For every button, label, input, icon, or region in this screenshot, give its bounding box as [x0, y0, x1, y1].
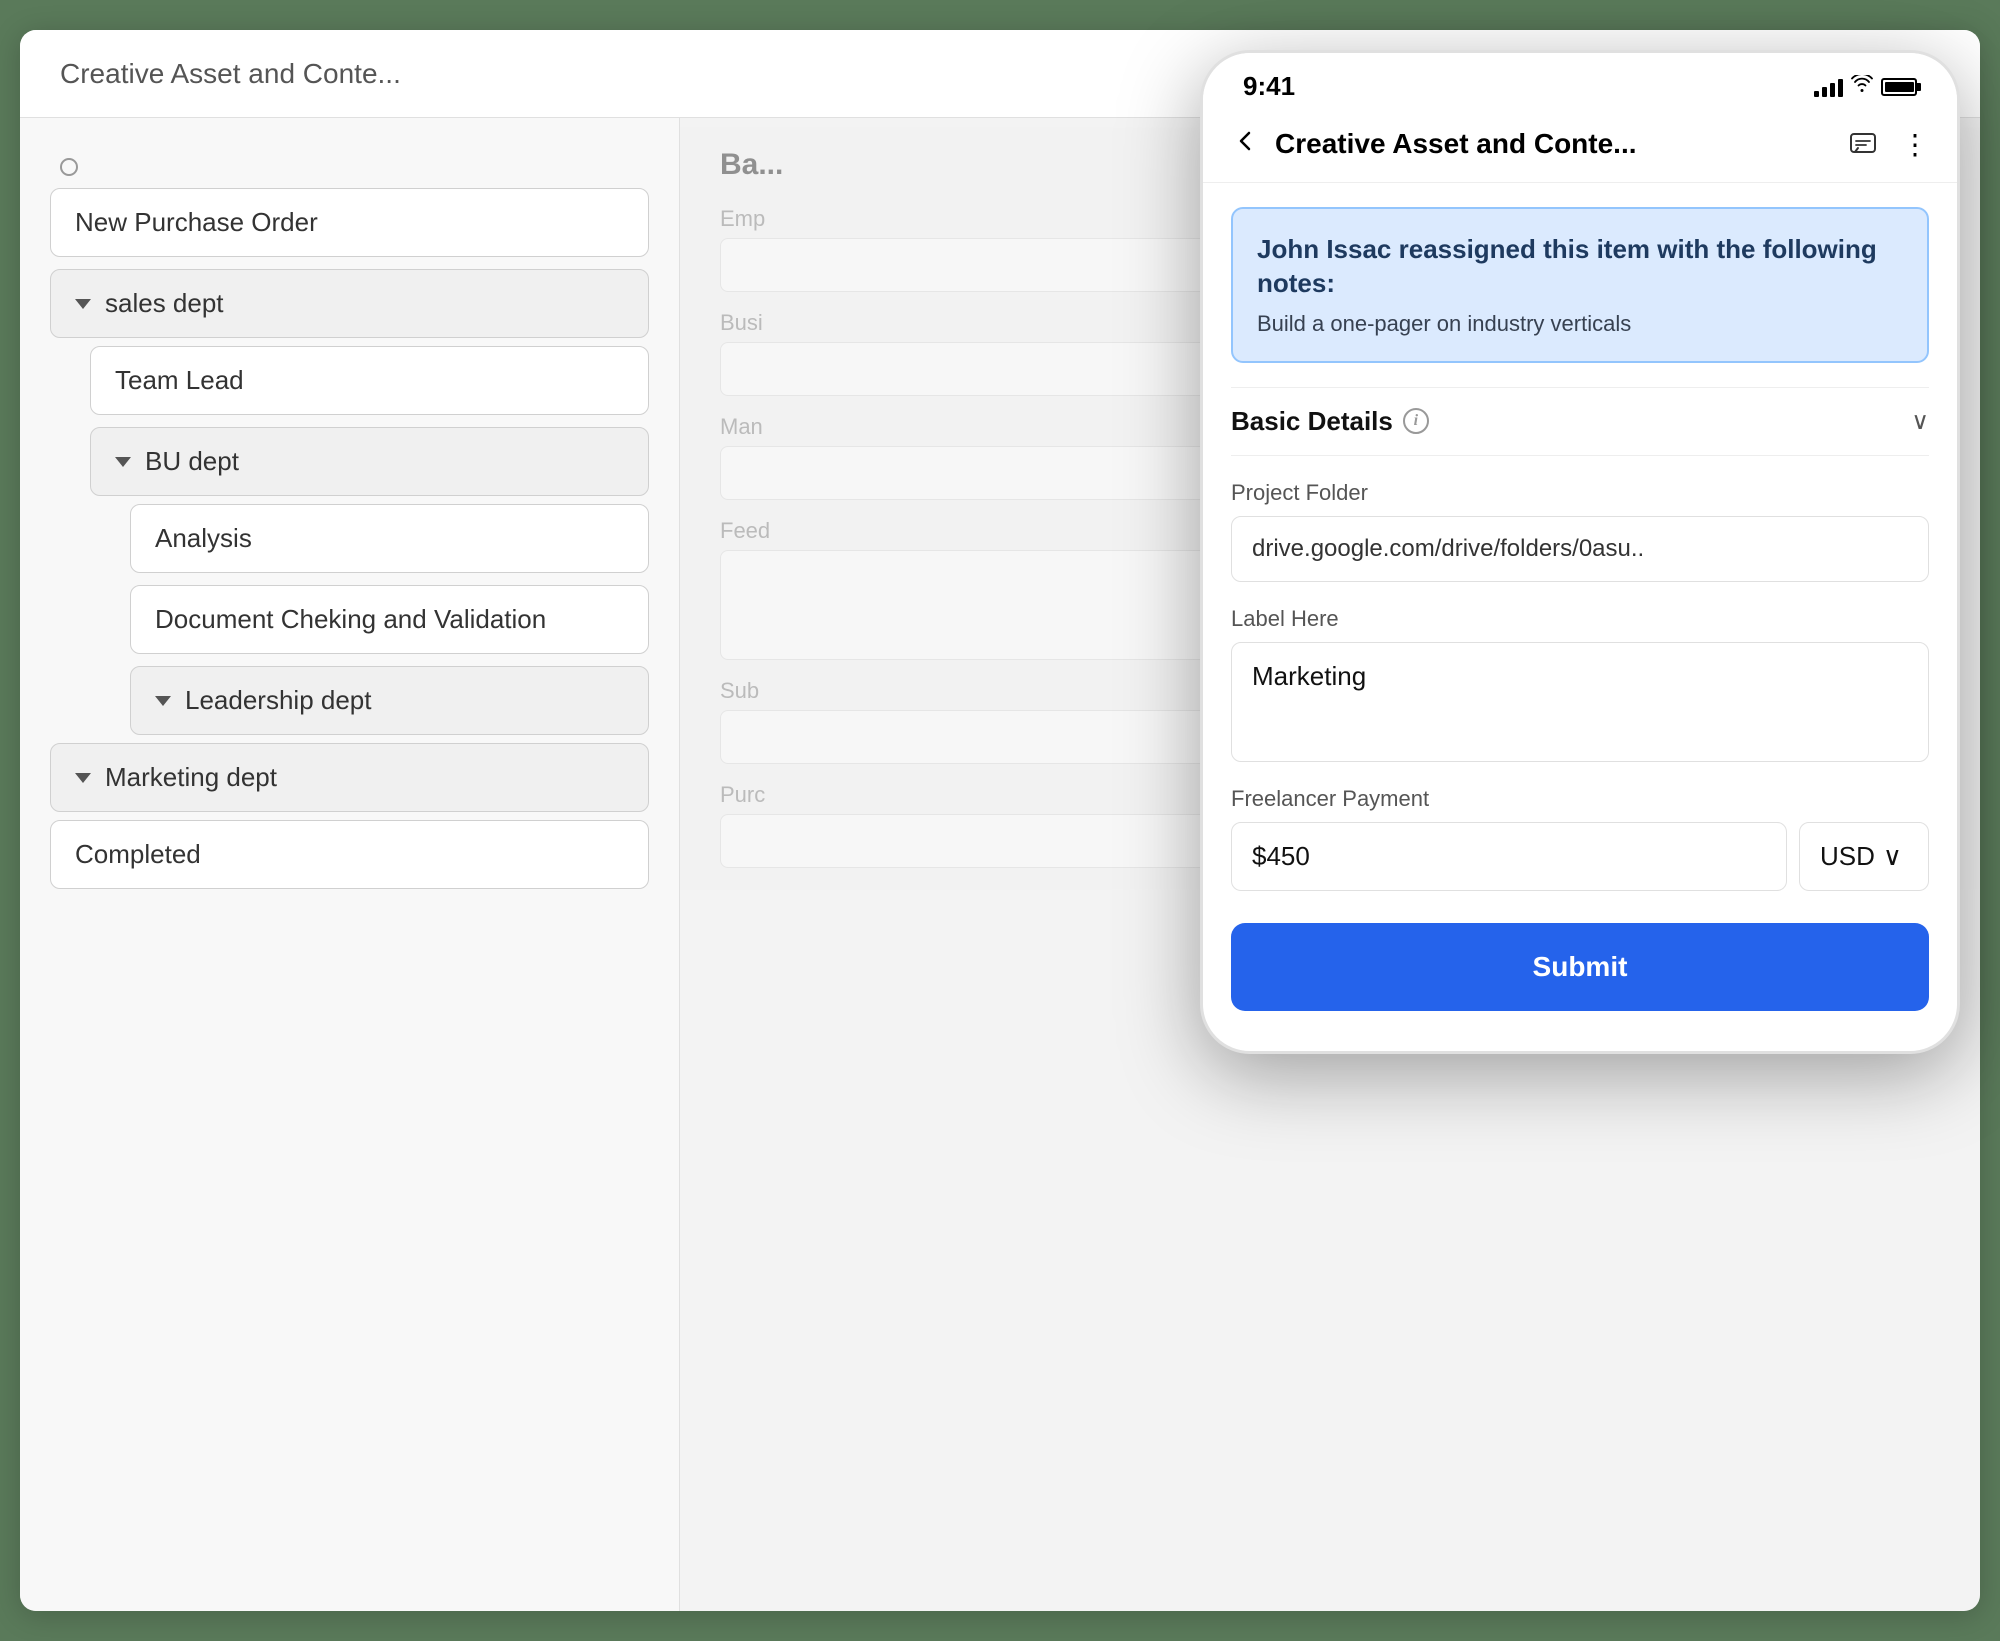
- node-doc-checking[interactable]: Document Cheking and Validation: [130, 585, 649, 654]
- payment-amount-input[interactable]: $450: [1231, 822, 1787, 891]
- project-folder-label: Project Folder: [1231, 480, 1929, 506]
- reassignment-note: Build a one-pager on industry verticals: [1257, 311, 1903, 337]
- collapse-icon[interactable]: ∨: [1911, 407, 1929, 436]
- submit-button[interactable]: Submit: [1231, 923, 1929, 1011]
- back-button[interactable]: [1231, 127, 1259, 162]
- currency-label: USD: [1820, 841, 1875, 872]
- status-time: 9:41: [1243, 71, 1295, 102]
- status-icons: [1814, 75, 1917, 99]
- label-here-label: Label Here: [1231, 606, 1929, 632]
- phone-header: Creative Asset and Conte... ⋮: [1203, 110, 1957, 183]
- marketing-dept-label: Marketing dept: [105, 762, 277, 793]
- node-completed[interactable]: Completed: [50, 820, 649, 889]
- info-icon: i: [1403, 408, 1429, 434]
- bu-dept-header[interactable]: BU dept: [90, 427, 649, 496]
- project-folder-group: Project Folder drive.google.com/drive/fo…: [1231, 480, 1929, 582]
- node-analysis[interactable]: Analysis: [130, 504, 649, 573]
- section-title: Basic Details i: [1231, 406, 1429, 437]
- chevron-down-icon-3: [155, 696, 171, 706]
- node-team-lead[interactable]: Team Lead: [90, 346, 649, 415]
- node-new-purchase-order[interactable]: New Purchase Order: [50, 188, 649, 257]
- workflow-tree: New Purchase Order sales dept Team Lead …: [20, 118, 680, 1611]
- wifi-icon: [1851, 75, 1873, 99]
- sales-dept-header[interactable]: sales dept: [50, 269, 649, 338]
- reassignment-notice: John Issac reassigned this item with the…: [1231, 207, 1929, 363]
- start-dot: [60, 158, 78, 176]
- chevron-down-icon-2: [115, 457, 131, 467]
- basic-details-section[interactable]: Basic Details i ∨: [1231, 387, 1929, 456]
- signal-bars-icon: [1814, 77, 1843, 97]
- label-here-input[interactable]: Marketing: [1231, 642, 1929, 762]
- payment-row: $450 USD ∨: [1231, 822, 1929, 891]
- comment-button[interactable]: [1841, 122, 1885, 166]
- freelancer-payment-group: Freelancer Payment $450 USD ∨: [1231, 786, 1929, 891]
- payment-currency-select[interactable]: USD ∨: [1799, 822, 1929, 891]
- signal-bar-4: [1838, 79, 1843, 97]
- bu-dept-children: Analysis Document Cheking and Validation…: [130, 504, 649, 735]
- signal-bar-2: [1822, 87, 1827, 97]
- section-title-text: Basic Details: [1231, 406, 1393, 437]
- group-sales-dept: sales dept Team Lead BU dept Analysis Do…: [50, 269, 649, 735]
- signal-bar-1: [1814, 91, 1819, 97]
- label-here-group: Label Here Marketing: [1231, 606, 1929, 762]
- phone-overlay: 9:41: [1200, 50, 1960, 1054]
- currency-chevron-icon: ∨: [1883, 841, 1902, 872]
- battery-icon: [1881, 78, 1917, 96]
- chevron-down-icon-4: [75, 773, 91, 783]
- sales-dept-children: Team Lead BU dept Analysis Document Chek…: [90, 346, 649, 735]
- signal-bar-3: [1830, 83, 1835, 97]
- group-marketing-dept: Marketing dept: [50, 743, 649, 812]
- group-leadership-dept: Leadership dept: [130, 666, 649, 735]
- reassignment-title: John Issac reassigned this item with the…: [1257, 233, 1903, 301]
- leadership-dept-label: Leadership dept: [185, 685, 371, 716]
- freelancer-payment-label: Freelancer Payment: [1231, 786, 1929, 812]
- group-bu-dept: BU dept Analysis Document Cheking and Va…: [90, 427, 649, 735]
- chevron-down-icon: [75, 299, 91, 309]
- marketing-dept-header[interactable]: Marketing dept: [50, 743, 649, 812]
- bu-dept-label: BU dept: [145, 446, 239, 477]
- more-options-button[interactable]: ⋮: [1901, 128, 1929, 161]
- phone-status-bar: 9:41: [1203, 53, 1957, 110]
- sales-dept-label: sales dept: [105, 288, 224, 319]
- phone-content: John Issac reassigned this item with the…: [1203, 183, 1957, 1051]
- phone-title: Creative Asset and Conte...: [1275, 128, 1825, 160]
- leadership-dept-header[interactable]: Leadership dept: [130, 666, 649, 735]
- project-folder-input[interactable]: drive.google.com/drive/folders/0asu..: [1231, 516, 1929, 582]
